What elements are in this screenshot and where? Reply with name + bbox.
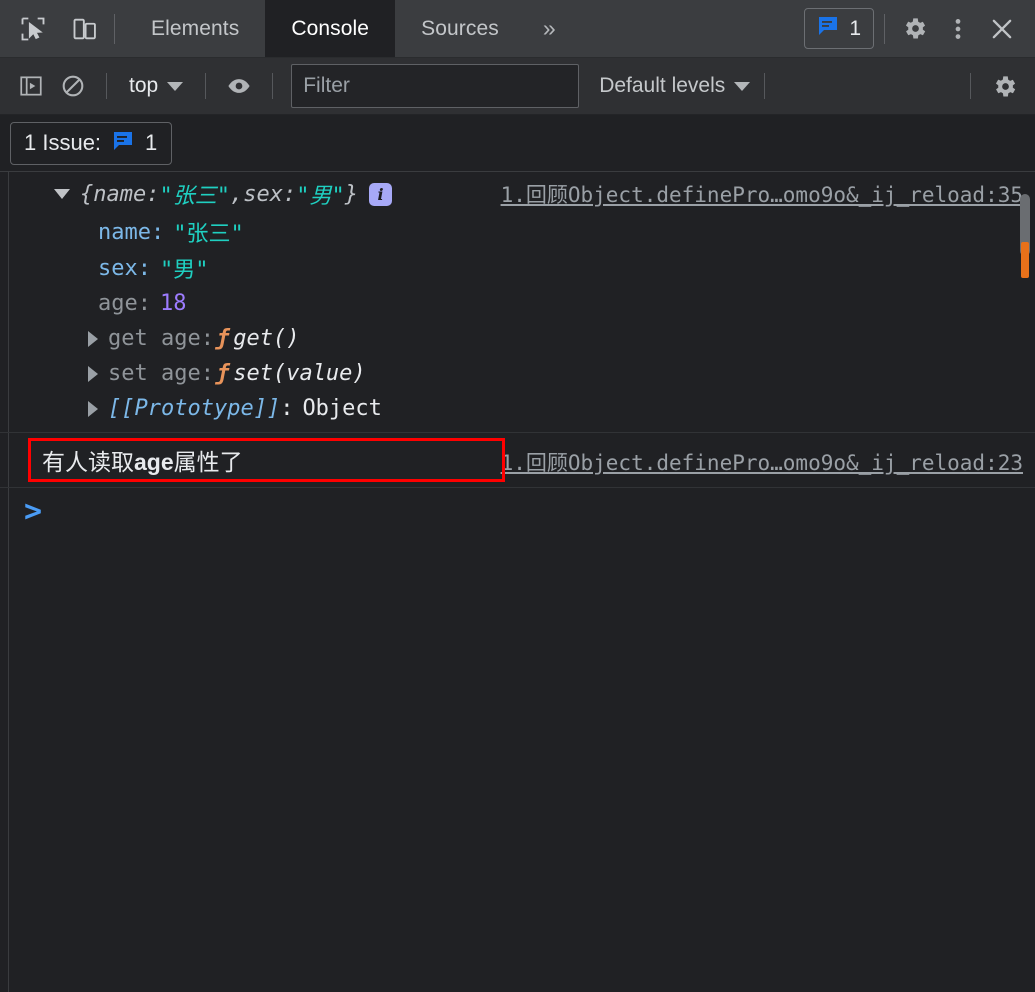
issue-summary-count: 1 [145,130,158,155]
issues-counter-chip[interactable]: 1 [804,8,874,49]
preview-tail-0: , [229,181,244,207]
issue-summary-button[interactable]: 1 Issue: 1 [10,121,173,165]
console-message-list[interactable]: 1.回顾Object.definePro…omo9o&_ij_reload:35… [0,172,1035,992]
chevron-down-icon [734,81,751,91]
property-separator: : [200,361,214,386]
kebab-menu-icon[interactable] [939,10,977,48]
object-property-row[interactable]: set age : ƒ set(value) [10,356,1035,391]
property-separator: : [200,326,214,351]
property-key: name [98,219,151,245]
prompt-chevron-icon: > [24,493,43,529]
tabbar-left-icons [0,0,110,57]
property-separator: : [280,396,294,421]
scrollbar-marker [1021,242,1029,278]
issue-summary-label: 1 Issue: [24,130,102,155]
devtools-tabbar: Elements Console Sources » 1 [0,0,1035,58]
console-toolbar-divider-5 [970,73,971,99]
tab-elements[interactable]: Elements [125,0,265,57]
function-marker-icon: ƒ [215,326,230,351]
object-property-row[interactable]: get age : ƒ get() [10,321,1035,356]
tab-sources[interactable]: Sources [395,0,525,57]
function-marker-icon: ƒ [215,361,230,386]
device-toolbar-icon[interactable] [66,10,104,48]
expand-triangle-icon[interactable] [88,330,98,347]
property-separator: : [137,255,151,281]
expand-triangle-icon[interactable] [88,400,98,417]
gear-icon[interactable] [985,67,1023,105]
message-bubble-icon [110,129,136,158]
execution-context-label: top [129,74,159,97]
object-property-row[interactable]: name : "张三" [10,214,1035,250]
tab-list: Elements Console Sources [125,0,525,57]
message-text-after: 属性了 [173,449,243,475]
preview-sep-0: : [146,181,160,207]
property-value: set(value) [233,361,366,386]
property-value: get() [233,326,300,351]
object-preview-close-brace: } [344,181,358,207]
devtools-window: Elements Console Sources » 1 top Filter … [0,0,1035,992]
message-text-bold: age [134,449,174,475]
tabbar-right-divider [884,13,885,44]
console-toolbar-divider-2 [205,73,207,99]
console-message-text[interactable]: 1.回顾Object.definePro…omo9o&_ij_reload:23… [0,433,1035,488]
console-prompt[interactable]: > [0,488,1035,534]
info-icon[interactable]: i [368,182,392,206]
property-value: Object [302,396,382,421]
preview-value-name: "张三" [159,184,230,209]
console-toolbar-divider-1 [106,73,107,99]
console-toolbar: top Default levels [0,58,1035,115]
console-scrollbar[interactable] [1019,180,1031,992]
close-icon[interactable] [983,10,1021,48]
property-value: 18 [160,291,187,316]
inspect-cursor-icon[interactable] [14,10,52,48]
object-preview-open-brace: { [80,181,94,207]
live-expression-eye-icon[interactable] [220,67,258,105]
tabbar-right-icons: 1 [804,0,1035,57]
console-sidebar-icon[interactable] [12,67,50,105]
chevron-down-icon [167,81,184,91]
console-message-object[interactable]: 1.回顾Object.definePro…omo9o&_ij_reload:35… [0,172,1035,433]
source-link[interactable]: 1.回顾Object.definePro…omo9o&_ij_reload:35 [501,179,1023,209]
console-toolbar-divider-4 [764,73,766,99]
message-text-before: 有人读取 [42,449,134,475]
filter-input[interactable] [291,64,580,108]
object-property-row[interactable]: age : 18 [10,286,1035,321]
issues-count: 1 [849,16,861,40]
property-key: sex [98,255,138,281]
preview-sep-1: : [282,181,297,207]
tabbar-divider [114,13,115,44]
preview-value-sex: "男" [296,184,345,209]
more-tabs-icon[interactable]: » [525,0,574,57]
preview-key-sex: sex [243,181,283,207]
property-separator: : [150,219,165,245]
property-value: "男" [160,258,209,283]
property-separator: : [137,291,151,316]
property-key: [[Prototype]] [108,396,281,421]
property-value: "张三" [173,222,244,247]
log-level-label: Default levels [599,74,726,97]
property-key: set age [108,361,201,386]
clear-console-icon[interactable] [54,67,92,105]
source-link[interactable]: 1.回顾Object.definePro…omo9o&_ij_reload:23 [501,447,1023,477]
log-level-selector[interactable]: Default levels [599,74,751,98]
expand-triangle-icon[interactable] [54,189,70,199]
message-bubble-icon [815,14,841,43]
preview-key-name: name [93,181,147,207]
execution-context-selector[interactable]: top [121,70,191,102]
gear-icon[interactable] [895,10,933,48]
property-key: get age [108,326,201,351]
issues-bar: 1 Issue: 1 [0,115,1035,172]
object-prototype-row[interactable]: [[Prototype]] : Object [10,391,1035,426]
object-property-row[interactable]: sex : "男" [10,250,1035,286]
expand-triangle-icon[interactable] [88,365,98,382]
tab-console[interactable]: Console [265,0,396,57]
console-toolbar-divider-3 [272,73,274,99]
property-key: age [98,291,138,316]
